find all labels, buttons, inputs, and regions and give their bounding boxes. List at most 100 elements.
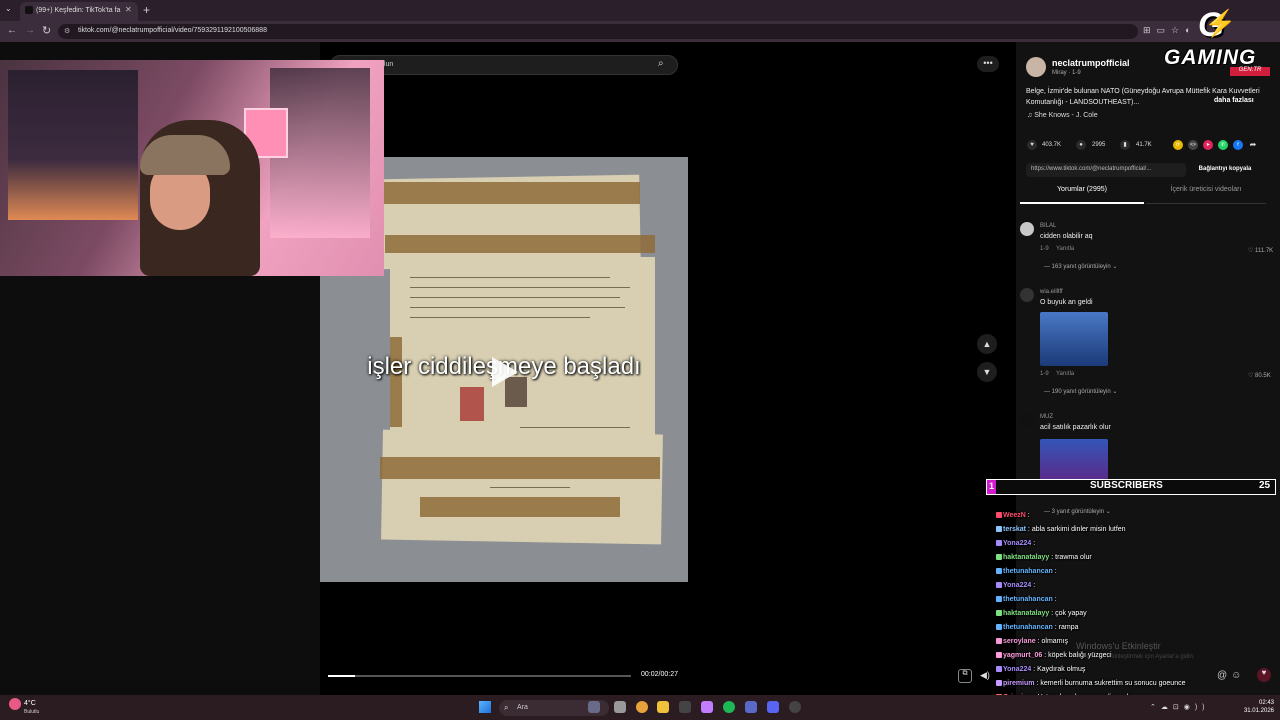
search-icon[interactable]: ⌕ — [658, 58, 664, 69]
weather-temp[interactable]: 4°C — [24, 700, 36, 707]
picture-in-picture-icon[interactable]: ⧉ — [958, 669, 972, 683]
bookmark-icon[interactable]: ▮ — [1120, 140, 1130, 150]
chat-username[interactable]: haktanatalayy — [1003, 610, 1049, 617]
heart-icon[interactable]: ♥ — [1257, 668, 1271, 682]
comment-username[interactable]: BILAL — [1040, 223, 1056, 229]
chat-message: yagmurt_06 : köpek balığı yüzgeci — [996, 652, 1112, 659]
spotify-icon[interactable] — [723, 701, 735, 713]
video-progress-bar[interactable] — [328, 675, 631, 677]
view-replies-button[interactable]: — 190 yanıt görüntüleyin ⌄ — [1044, 388, 1117, 395]
comment-image[interactable] — [1040, 439, 1108, 481]
heart-icon[interactable]: ♥ — [1027, 140, 1037, 150]
embed-icon[interactable]: <> — [1188, 140, 1198, 150]
tab-comments[interactable]: Yorumlar (2995) — [1020, 186, 1144, 204]
chat-username[interactable]: haktanatalayy — [1003, 554, 1049, 561]
comment-avatar[interactable] — [1020, 413, 1034, 427]
file-explorer-icon[interactable] — [657, 701, 669, 713]
music-link[interactable]: ♫ She Knows - J. Cole — [1027, 112, 1098, 119]
chat-username[interactable]: Yona224 — [1003, 666, 1031, 673]
forward-button[interactable]: → — [25, 25, 35, 36]
send-icon[interactable]: ➤ — [1203, 140, 1213, 150]
clock-date: 31.01.2026 — [1243, 708, 1274, 714]
more-options-button[interactable]: ••• — [977, 56, 999, 72]
chat-username[interactable]: WeezN — [1003, 512, 1026, 519]
chat-username[interactable]: yagmurt_06 — [1003, 652, 1042, 659]
chat-action-icons[interactable]: @☺ — [1217, 670, 1245, 681]
start-button[interactable] — [479, 701, 491, 713]
reply-button[interactable]: Yanıtla — [1056, 371, 1074, 377]
comment-image[interactable] — [1040, 312, 1108, 366]
reply-button[interactable]: Yanıtla — [1056, 246, 1074, 252]
view-replies-button[interactable]: — 163 yanıt görüntüleyin ⌄ — [1044, 263, 1117, 270]
chat-message: seroylane : olmamış — [996, 638, 1068, 645]
chat-username[interactable]: thetunahancan — [1003, 568, 1053, 575]
comment-count: 2995 — [1092, 142, 1106, 148]
chat-username[interactable]: piremium — [1003, 680, 1035, 687]
back-button[interactable]: ← — [7, 25, 17, 36]
facebook-icon[interactable]: f — [1233, 140, 1243, 150]
toolbar-icons[interactable]: ⊞▭☆◐ — [1143, 25, 1197, 36]
comment-text: O buyuk an geldi — [1040, 299, 1093, 306]
chat-text: çok yapay — [1055, 610, 1087, 617]
view-replies-button[interactable]: — 3 yanıt görüntüleyin ⌄ — [1044, 508, 1111, 515]
site-info-icon[interactable]: ⚙ — [64, 27, 70, 35]
repost-icon[interactable]: ⟳ — [1173, 140, 1183, 150]
task-view-icon[interactable] — [614, 701, 626, 713]
settings-icon[interactable] — [679, 701, 691, 713]
discord-icon[interactable] — [767, 701, 779, 713]
copy-link-button[interactable]: Bağlantıyı kopyala — [1189, 163, 1261, 177]
taskbar-app-icon[interactable] — [588, 701, 600, 713]
comment-likes[interactable]: ♡ 111.7K — [1248, 247, 1273, 254]
chat-message: thetunahancan : rampa — [996, 624, 1078, 631]
clock[interactable]: 02:43 31.01.2026 — [1242, 699, 1274, 715]
comment-likes[interactable]: ♡ 80.5K — [1248, 372, 1271, 379]
tab-creator-videos[interactable]: İçerik üreticisi videoları — [1146, 186, 1266, 204]
chat-username[interactable]: terskat — [1003, 526, 1026, 533]
comment-avatar[interactable] — [1020, 222, 1034, 236]
tab-list-icon[interactable]: ⌄ — [5, 4, 12, 13]
comment-icon[interactable]: ● — [1076, 140, 1086, 150]
comment-username[interactable]: wia.eilllff — [1040, 289, 1063, 295]
author-avatar[interactable] — [1026, 57, 1046, 77]
comment-avatar[interactable] — [1020, 288, 1034, 302]
previous-video-button[interactable]: ▲ — [977, 334, 997, 354]
search-icon: ⌕ — [504, 703, 509, 712]
chrome-icon[interactable] — [636, 701, 648, 713]
author-name[interactable]: neclatrumpofficial — [1052, 58, 1130, 68]
weather-icon[interactable] — [9, 698, 21, 710]
close-tab-icon[interactable]: ✕ — [125, 5, 132, 14]
chat-username[interactable]: thetunahancan — [1003, 624, 1053, 631]
comment-username[interactable]: MUZ — [1040, 414, 1053, 420]
webcam-hat — [140, 135, 230, 175]
app-icon[interactable] — [701, 701, 713, 713]
chat-username[interactable]: thetunahancan — [1003, 596, 1053, 603]
revenue-stamp — [460, 387, 484, 421]
browser-tab[interactable]: (99+) Keşfedin: TikTok'ta fa — [20, 2, 138, 21]
chat-username[interactable]: Yona224 — [1003, 582, 1031, 589]
address-bar[interactable]: tiktok.com/@neclatrumpofficial/video/759… — [58, 24, 1138, 39]
chat-message: haktanatalayy : çok yapay — [996, 610, 1087, 617]
system-tray-icons[interactable]: ⌃☁⊡◉)) — [1150, 703, 1210, 711]
video-link-field[interactable]: https://www.tiktok.com/@neclatrumpoffici… — [1026, 163, 1186, 177]
share-icon[interactable]: ➦ — [1248, 140, 1258, 150]
play-icon[interactable] — [492, 357, 518, 387]
app-icon[interactable] — [745, 701, 757, 713]
new-tab-button[interactable]: + — [143, 3, 150, 17]
more-link[interactable]: daha fazlası — [1214, 97, 1254, 104]
comment-date: 1-9 — [1040, 246, 1049, 252]
chat-text: abla sarkimi dinler misin lutfen — [1031, 526, 1126, 533]
obs-icon[interactable] — [789, 701, 801, 713]
subscriber-goal-count: 25 — [1259, 480, 1271, 491]
volume-icon[interactable]: ◀) — [980, 670, 990, 681]
chat-text: kemerli burnuma sukrettim su sonucu goeu… — [1040, 680, 1186, 687]
comment-text: cidden olabilir aq — [1040, 233, 1093, 240]
video-progress-fill — [328, 675, 355, 677]
reload-button[interactable]: ↻ — [42, 24, 51, 37]
whatsapp-icon[interactable]: ✆ — [1218, 140, 1228, 150]
comment-like-count: 111.7K — [1255, 248, 1274, 254]
view-replies-label: 190 yanıt görüntüleyin — [1051, 389, 1111, 395]
next-video-button[interactable]: ▼ — [977, 362, 997, 382]
chat-username[interactable]: seroylane — [1003, 638, 1036, 645]
chat-username[interactable]: Yona224 — [1003, 540, 1031, 547]
chat-separator: : — [1031, 540, 1036, 547]
